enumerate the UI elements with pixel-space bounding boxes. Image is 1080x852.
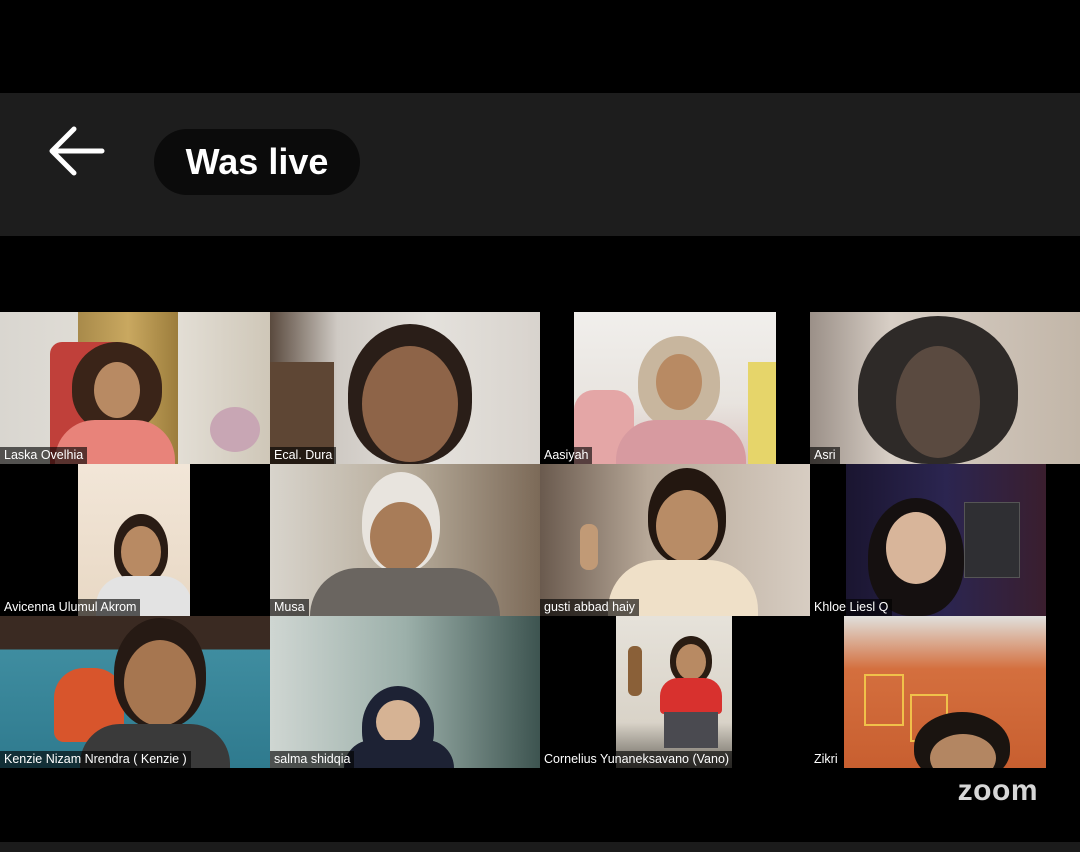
video-feed [540,464,810,616]
participant-name: Khloe Liesl Q [810,599,893,616]
participant-tile[interactable]: Aasiyah [540,312,810,464]
video-feed [810,312,1080,464]
video-feed [0,616,270,768]
status-area [0,0,1080,93]
participant-tile[interactable]: Ecal. Dura [270,312,540,464]
video-feed [616,616,732,768]
participant-tile[interactable]: Khloe Liesl Q [810,464,1080,616]
top-bar: Was live [0,93,1080,236]
video-feed [574,312,776,464]
participant-tile[interactable]: Kenzie Nizam Nrendra ( Kenzie ) [0,616,270,768]
video-feed [270,312,540,464]
participant-tile[interactable]: Cornelius Yunaneksavano (Vano) [540,616,810,768]
back-button[interactable] [40,121,112,181]
participant-name: Musa [270,599,309,616]
participant-name: Kenzie Nizam Nrendra ( Kenzie ) [0,751,191,768]
participant-tile[interactable]: Musa [270,464,540,616]
video-feed [844,616,1046,768]
participant-name: gusti abbad haiy [540,599,640,616]
video-feed [846,464,1046,616]
participant-name: Asri [810,447,840,464]
live-status-pill[interactable]: Was live [154,129,360,195]
video-area: Laska Ovelhia Ecal. Dura Aasiyah Asri Av… [0,236,1080,842]
participant-tile[interactable]: Laska Ovelhia [0,312,270,464]
participant-name: salma shidqia [270,751,355,768]
participant-tile[interactable]: Asri [810,312,1080,464]
participant-grid: Laska Ovelhia Ecal. Dura Aasiyah Asri Av… [0,312,1080,768]
participant-tile[interactable]: Zikri [810,616,1080,768]
arrow-left-icon [49,126,105,176]
participant-tile[interactable]: Avicenna Ulumul Akrom [0,464,270,616]
video-feed [270,616,540,768]
live-status-label: Was live [185,141,329,182]
participant-name: Ecal. Dura [270,447,337,464]
participant-tile[interactable]: salma shidqia [270,616,540,768]
bottom-edge [0,842,1080,852]
participant-name: Aasiyah [540,447,593,464]
video-feed [270,464,540,616]
zoom-logo: zoom [957,774,1038,807]
participant-name: Avicenna Ulumul Akrom [0,599,141,616]
video-feed [0,312,270,464]
participant-name: Laska Ovelhia [0,447,88,464]
video-feed [78,464,190,616]
participant-name: Zikri [810,751,842,768]
participant-name: Cornelius Yunaneksavano (Vano) [540,751,734,768]
participant-tile[interactable]: gusti abbad haiy [540,464,810,616]
